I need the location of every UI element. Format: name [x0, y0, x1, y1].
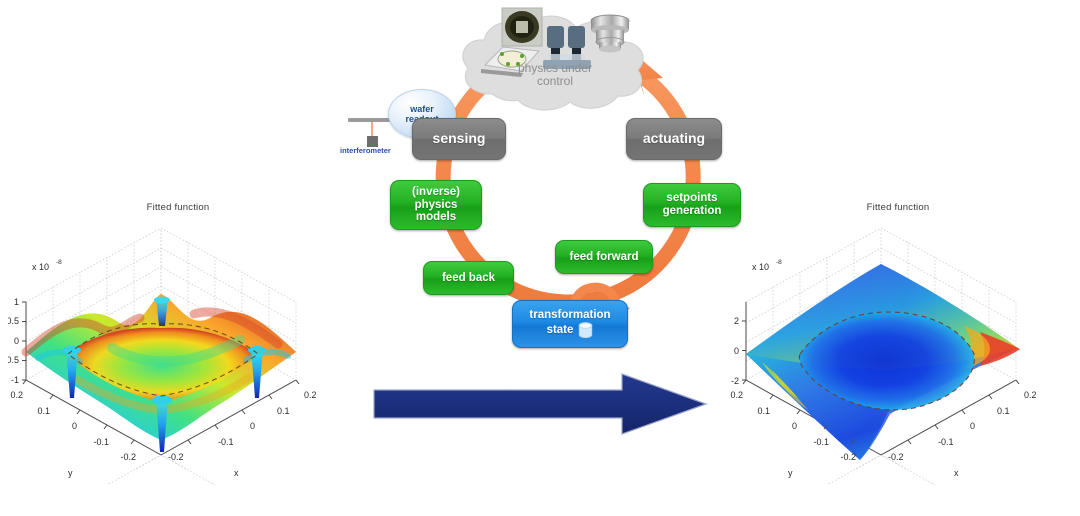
svg-text:-8: -8	[776, 259, 782, 266]
left-plot-title: Fitted function	[146, 202, 210, 213]
svg-text:0: 0	[14, 336, 19, 346]
arrow-shape	[373, 373, 708, 435]
transition-arrow	[372, 372, 708, 441]
svg-text:0.2: 0.2	[1024, 390, 1037, 400]
svg-text:-0.1: -0.1	[938, 437, 954, 447]
node-setpoints-generation[interactable]: setpoints generation	[643, 183, 741, 227]
svg-text:-8: -8	[56, 259, 62, 266]
svg-text:0.2: 0.2	[730, 390, 743, 400]
ipm-line2: physics	[414, 198, 458, 211]
screenshot-root: Fitted function x 10 -8 1 0.5 0 0.5 -1 0…	[0, 0, 1080, 516]
bubble-line1: wafer	[410, 103, 434, 114]
left-x-axis-label: x	[234, 468, 239, 478]
svg-text:0: 0	[792, 421, 797, 431]
svg-text:-0.1: -0.1	[218, 437, 234, 447]
svg-text:1: 1	[14, 297, 19, 307]
svg-text:0.1: 0.1	[37, 406, 50, 416]
right-surface-plot: Fitted function x 10 -8 2 0 -2 0.2 0.1 0…	[728, 202, 1068, 502]
left-plot-canvas: x 10 -8 1 0.5 0 -0.5 -1 0.2 0.1 0 -0.1 -…	[8, 227, 317, 486]
control-loop-diagram: physics under control interferometer waf…	[340, 0, 760, 370]
node-feed-forward-label: feed forward	[569, 250, 639, 263]
right-x-axis-label: x	[954, 468, 959, 478]
ts-line2: state	[546, 324, 574, 336]
left-surface-plot: Fitted function x 10 -8 1 0.5 0 0.5 -1 0…	[8, 202, 348, 502]
ts-line1: transformation	[529, 309, 611, 322]
svg-text:-2: -2	[731, 376, 739, 386]
ipm-line3: models	[415, 211, 457, 224]
svg-text:-0.1: -0.1	[93, 437, 109, 447]
node-sensing[interactable]: sensing	[412, 118, 506, 160]
node-feed-back-label: feed back	[441, 271, 496, 284]
cloud-label-line1: physics under	[517, 61, 593, 75]
left-y-axis-label: y	[68, 468, 73, 478]
right-y-axis-label: y	[788, 468, 793, 478]
cloud-label: physics under control	[480, 61, 630, 89]
svg-text:-0.1: -0.1	[813, 437, 829, 447]
svg-text:-0.2: -0.2	[840, 452, 856, 462]
right-plot-canvas: x 10 -8 2 0 -2 0.2 0.1 0 -0.1 -0.2 y 0.2…	[730, 227, 1037, 486]
sg-line2: generation	[662, 205, 722, 217]
svg-text:0: 0	[970, 421, 975, 431]
svg-text:0.5: 0.5	[8, 316, 19, 326]
node-setpoints-generation-label: setpoints generation	[657, 192, 728, 218]
database-cylinder-icon	[579, 322, 593, 339]
right-plot-title: Fitted function	[866, 202, 930, 213]
ipm-line1: (inverse)	[412, 185, 460, 198]
node-transformation-state[interactable]: transformation state	[512, 300, 628, 348]
node-inverse-physics-models-label: (inverse) physics models	[406, 186, 466, 225]
svg-text:0.2: 0.2	[10, 390, 23, 400]
svg-text:0.1: 0.1	[277, 406, 290, 416]
svg-text:0: 0	[72, 421, 77, 431]
svg-text:0.2: 0.2	[304, 390, 317, 400]
node-transformation-state-label: transformation state	[523, 309, 616, 339]
node-inverse-physics-models[interactable]: (inverse) physics models	[390, 180, 482, 230]
node-sensing-label: sensing	[432, 130, 486, 147]
cloud-label-line2: control	[536, 74, 574, 89]
sg-line1: setpoints	[666, 192, 718, 205]
node-feed-back[interactable]: feed back	[423, 261, 514, 295]
svg-text:0.1: 0.1	[997, 406, 1010, 416]
svg-text:-0.5: -0.5	[8, 355, 19, 365]
svg-text:-0.2: -0.2	[888, 452, 904, 462]
svg-text:0.1: 0.1	[757, 406, 770, 416]
svg-text:-0.2: -0.2	[168, 452, 184, 462]
node-actuating-label: actuating	[642, 130, 706, 147]
svg-text:-1: -1	[11, 375, 19, 385]
interferometer-label: interferometer	[340, 146, 391, 155]
lens-barrel-icon	[590, 14, 630, 53]
left-z-exponent: x 10	[32, 262, 49, 272]
node-actuating[interactable]: actuating	[626, 118, 722, 160]
svg-text:0: 0	[250, 421, 255, 431]
svg-text:-0.2: -0.2	[120, 452, 136, 462]
